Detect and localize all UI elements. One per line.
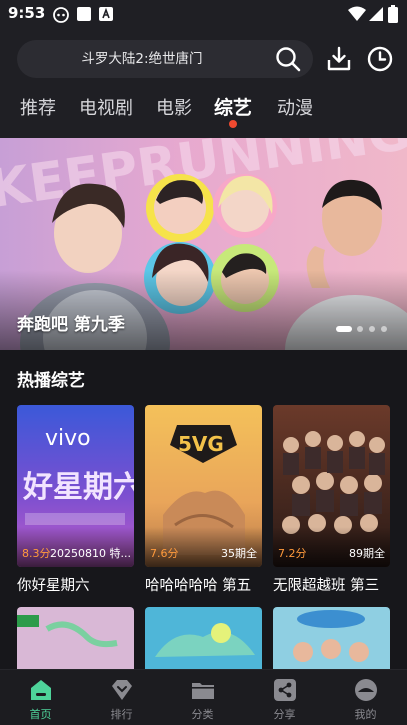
- notification-cat-icon: [53, 7, 69, 23]
- nav-rank-label: 排行: [110, 708, 133, 721]
- share-icon: [274, 679, 296, 701]
- svg-text:vivo: vivo: [45, 426, 91, 451]
- show-title: 哈哈哈哈哈 第五: [145, 578, 252, 594]
- active-tab-indicator: [229, 120, 237, 128]
- tab-recommend[interactable]: 推荐: [20, 94, 56, 120]
- banner-dot: [369, 326, 375, 332]
- score-label: 7.6分: [150, 547, 179, 560]
- profile-icon: [355, 679, 377, 701]
- nav-home[interactable]: 首页: [0, 670, 81, 725]
- show-poster: vivo 好星期六 8.3分 20250810 特...: [17, 405, 134, 567]
- nav-category[interactable]: 分类: [162, 670, 243, 725]
- notification-square-icon: [77, 7, 91, 21]
- status-bar: 9:53: [0, 0, 407, 30]
- download-icon[interactable]: [325, 45, 353, 73]
- poster-image: [145, 607, 262, 669]
- search-icon[interactable]: [275, 46, 301, 72]
- show-card-partial[interactable]: [17, 607, 134, 669]
- nav-profile[interactable]: 我的: [325, 670, 406, 725]
- status-time: 9:53: [8, 4, 46, 22]
- nav-profile-label: 我的: [354, 708, 377, 721]
- nav-category-label: 分类: [191, 708, 214, 721]
- hero-banner[interactable]: KEEPRUNNING 奔跑吧 第九季: [0, 138, 407, 350]
- category-tabs: 推荐 电视剧 电影 综艺 动漫: [0, 90, 407, 130]
- section-title: 热播综艺: [17, 371, 85, 391]
- poster-image: [273, 607, 390, 669]
- score-label: 7.2分: [278, 547, 307, 560]
- battery-icon: [388, 5, 398, 23]
- banner-title: 奔跑吧 第九季: [17, 315, 125, 335]
- tab-tv-series[interactable]: 电视剧: [79, 94, 133, 120]
- show-card-partial[interactable]: [145, 607, 262, 669]
- folder-icon: [192, 683, 214, 699]
- search-input[interactable]: 斗罗大陆2:绝世唐门: [17, 40, 267, 78]
- show-title: 无限超越班 第三: [273, 578, 380, 594]
- episode-label: 20250810 特...: [50, 547, 131, 560]
- tab-anime[interactable]: 动漫: [277, 94, 313, 120]
- episode-label: 89期全: [349, 547, 385, 560]
- bottom-navigation: 首页 排行 分类 分享 我的: [0, 669, 407, 725]
- show-poster: 5VG 7.6分 35期全: [145, 405, 262, 567]
- wifi-icon: [348, 6, 366, 21]
- svg-text:5VG: 5VG: [178, 432, 224, 456]
- banner-dot: [381, 326, 387, 332]
- poster-image: [17, 607, 134, 669]
- show-title: 你好星期六: [17, 578, 90, 594]
- show-card[interactable]: 5VG 7.6分 35期全 哈哈哈哈哈 第五: [145, 405, 262, 595]
- show-card[interactable]: vivo 好星期六 8.3分 20250810 特... 你好星期六: [17, 405, 134, 595]
- home-icon: [31, 680, 51, 700]
- nav-share[interactable]: 分享: [244, 670, 325, 725]
- notification-a-icon: [99, 7, 113, 21]
- episode-label: 35期全: [221, 547, 257, 560]
- show-poster: 7.2分 89期全: [273, 405, 390, 567]
- nav-home-label: 首页: [29, 708, 52, 721]
- nav-rank[interactable]: 排行: [81, 670, 162, 725]
- show-card[interactable]: 7.2分 89期全 无限超越班 第三: [273, 405, 390, 595]
- search-box[interactable]: 斗罗大陆2:绝世唐门: [17, 40, 313, 78]
- banner-dot-active: [336, 326, 352, 332]
- rank-icon: [112, 680, 132, 700]
- score-label: 8.3分: [22, 547, 51, 560]
- signal-icon: [369, 7, 383, 21]
- tab-variety[interactable]: 综艺: [214, 93, 252, 120]
- show-card-partial[interactable]: [273, 607, 390, 669]
- banner-dot: [357, 326, 363, 332]
- top-header: 9:53 斗罗大陆2:绝世唐门 推荐 电视剧 电影 综艺 动漫: [0, 0, 407, 138]
- tab-movies[interactable]: 电影: [156, 94, 192, 120]
- nav-share-label: 分享: [273, 708, 296, 721]
- history-icon[interactable]: [366, 45, 394, 73]
- svg-text:好星期六: 好星期六: [22, 470, 134, 505]
